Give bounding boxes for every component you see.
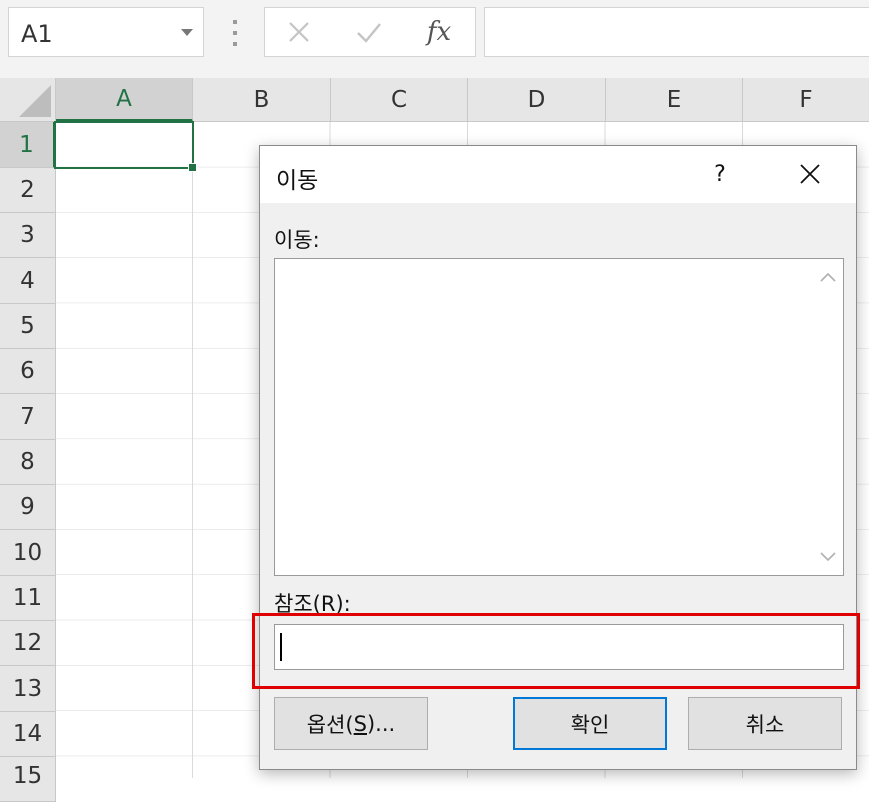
close-icon <box>289 22 309 42</box>
name-box[interactable]: A1 <box>8 7 204 57</box>
goto-list[interactable] <box>274 258 844 576</box>
ok-button[interactable]: 확인 <box>513 697 667 750</box>
cancel-button[interactable]: 취소 <box>688 697 842 750</box>
options-key: S <box>353 711 367 736</box>
scroll-up-icon[interactable] <box>820 269 836 285</box>
column-header-c[interactable]: C <box>331 78 468 122</box>
scroll-down-icon[interactable] <box>820 549 836 565</box>
formula-buttons: fx <box>264 7 476 57</box>
select-all-triangle-icon <box>19 85 51 117</box>
enter-button[interactable] <box>341 8 397 56</box>
row-header-15[interactable]: 15 <box>0 757 56 802</box>
dialog-titlebar[interactable]: 이동 ? <box>260 146 856 203</box>
formula-bar-area: A1 fx <box>0 0 869 78</box>
text-cursor <box>280 633 282 661</box>
grip-icon[interactable] <box>232 20 237 46</box>
reference-input[interactable] <box>274 624 844 670</box>
row-header-1[interactable]: 1 <box>0 122 56 168</box>
row-header-10[interactable]: 10 <box>0 530 56 576</box>
list-scrollbar[interactable] <box>813 259 843 575</box>
options-suffix: )... <box>366 711 396 736</box>
column-header-b[interactable]: B <box>193 78 331 122</box>
fx-icon: fx <box>426 17 452 47</box>
goto-dialog: 이동 ? 이동: 참조(R): 옵션(S)... 확인 취소 <box>252 145 860 770</box>
fill-handle[interactable] <box>188 163 197 172</box>
formula-input[interactable] <box>484 7 869 57</box>
row-header-12[interactable]: 12 <box>0 621 56 666</box>
row-header-13[interactable]: 13 <box>0 666 56 712</box>
row-header-4[interactable]: 4 <box>0 258 56 304</box>
dialog-title: 이동 <box>276 168 319 194</box>
close-button[interactable] <box>790 154 830 194</box>
select-all-button[interactable] <box>0 78 56 122</box>
row-header-2[interactable]: 2 <box>0 168 56 213</box>
name-box-value[interactable]: A1 <box>21 20 53 48</box>
close-icon <box>800 164 820 184</box>
column-header-d[interactable]: D <box>468 78 606 122</box>
help-button[interactable]: ? <box>704 156 736 192</box>
row-header-14[interactable]: 14 <box>0 712 56 757</box>
row-header-5[interactable]: 5 <box>0 304 56 349</box>
chevron-down-icon[interactable] <box>181 29 193 36</box>
row-header-9[interactable]: 9 <box>0 485 56 530</box>
insert-function-button[interactable]: fx <box>411 8 467 56</box>
column-header-f[interactable]: F <box>743 78 869 122</box>
row-header-7[interactable]: 7 <box>0 394 56 440</box>
options-button[interactable]: 옵션(S)... <box>274 697 428 750</box>
row-header-3[interactable]: 3 <box>0 213 56 258</box>
cancel-entry-button[interactable] <box>271 8 327 56</box>
check-icon <box>357 23 381 43</box>
active-cell-a1[interactable] <box>54 121 197 172</box>
row-header-6[interactable]: 6 <box>0 349 56 394</box>
column-header-e[interactable]: E <box>606 78 743 122</box>
row-header-8[interactable]: 8 <box>0 440 56 485</box>
goto-label: 이동: <box>274 228 320 252</box>
row-header-11[interactable]: 11 <box>0 576 56 621</box>
options-prefix: 옵션( <box>306 712 354 737</box>
column-header-a[interactable]: A <box>56 78 193 122</box>
